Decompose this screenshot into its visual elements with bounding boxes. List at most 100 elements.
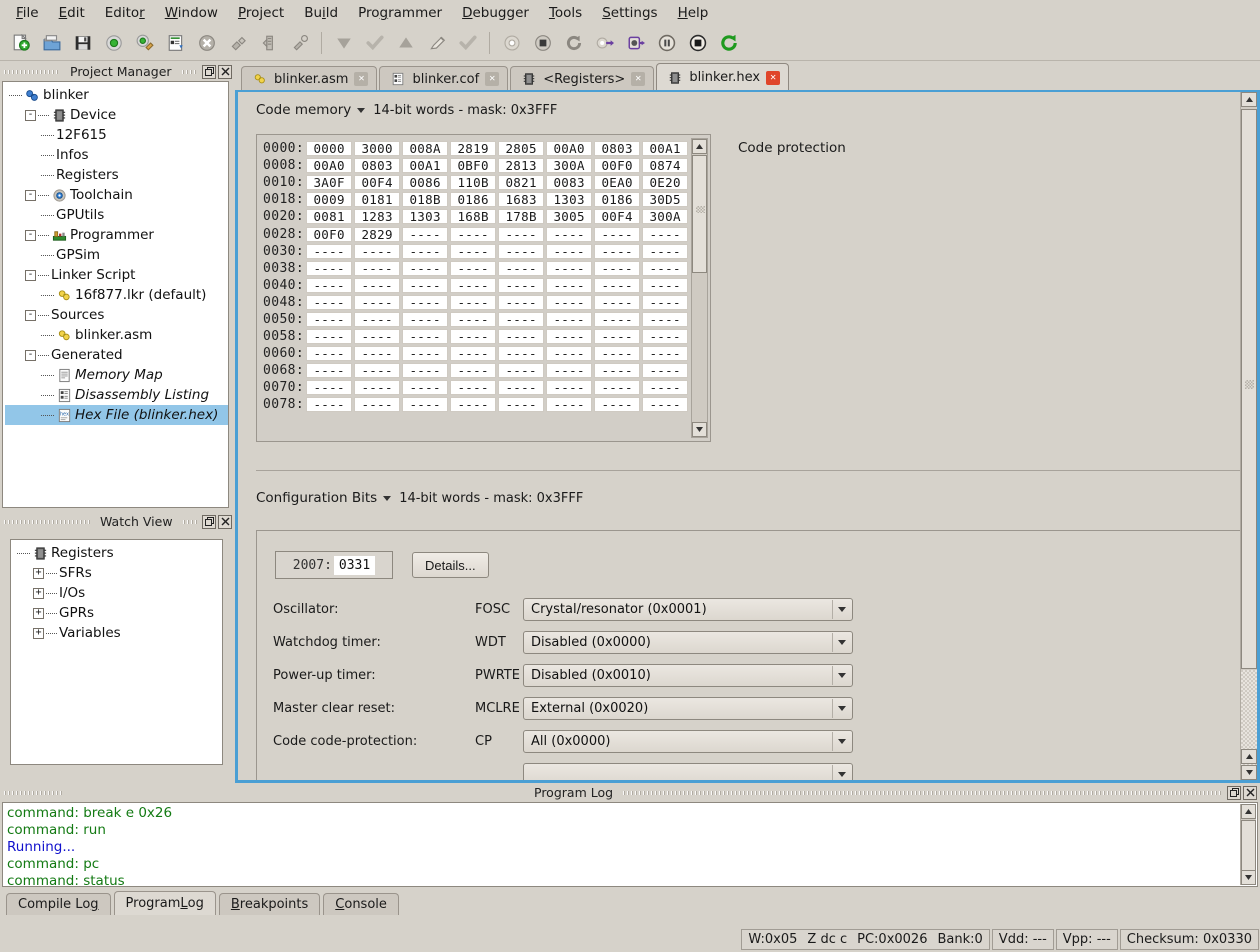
toolbar-open-file-icon[interactable] (37, 29, 66, 58)
hex-cell[interactable]: ---- (402, 278, 448, 293)
hex-cell[interactable]: 3000 (354, 141, 400, 156)
hex-cell[interactable]: ---- (354, 244, 400, 259)
hex-cell[interactable]: ---- (594, 261, 640, 276)
hex-cell[interactable]: ---- (306, 312, 352, 327)
hex-cell[interactable]: ---- (450, 397, 496, 412)
hex-cell[interactable]: 00F0 (594, 158, 640, 173)
toolbar-stop-build-icon[interactable] (192, 29, 221, 58)
scroll-up-icon[interactable] (692, 139, 707, 154)
dock-grip-icon[interactable] (183, 518, 198, 525)
chevron-down-icon[interactable] (832, 732, 850, 751)
hex-cell[interactable]: ---- (306, 278, 352, 293)
hex-cell[interactable]: ---- (642, 380, 688, 395)
hex-cell[interactable]: ---- (306, 295, 352, 310)
hex-cell[interactable]: 00A1 (642, 141, 688, 156)
code-memory-grid-frame[interactable]: 0000:00003000008A2819280500A0080300A1000… (256, 134, 711, 442)
toolbar-step-into-icon[interactable] (621, 29, 650, 58)
hex-cell[interactable]: ---- (642, 397, 688, 412)
config-word-value[interactable]: 0331 (334, 556, 375, 575)
close-icon[interactable]: ✕ (766, 71, 780, 85)
chevron-down-icon[interactable] (832, 600, 850, 619)
toolbar-program-icon[interactable] (223, 29, 252, 58)
toolbar-halt-icon[interactable] (528, 29, 557, 58)
hex-cell[interactable]: ---- (498, 244, 544, 259)
config-select-pwrte[interactable]: Disabled (0x0010) (523, 664, 853, 687)
toolbar-stop-icon[interactable] (683, 29, 712, 58)
hex-cell[interactable]: ---- (498, 261, 544, 276)
hex-cell[interactable]: ---- (402, 329, 448, 344)
hex-cell[interactable]: 00F0 (306, 227, 352, 242)
menu-editor[interactable]: Editor (95, 2, 155, 24)
float-icon[interactable] (202, 65, 216, 79)
details-button[interactable]: Details... (412, 552, 489, 578)
hex-cell[interactable]: ---- (498, 363, 544, 378)
hex-cell[interactable]: ---- (402, 261, 448, 276)
hex-cell[interactable]: ---- (546, 380, 592, 395)
hex-cell[interactable]: 0E20 (642, 175, 688, 190)
hex-cell[interactable]: 00F4 (594, 209, 640, 224)
hex-cell[interactable]: ---- (354, 312, 400, 327)
hex-cell[interactable]: 168B (450, 209, 496, 224)
hex-cell[interactable]: ---- (594, 312, 640, 327)
tree-item-linker-script[interactable]: -Linker Script (5, 265, 228, 285)
menu-debugger[interactable]: Debugger (452, 2, 539, 24)
hex-cell[interactable]: 0186 (450, 192, 496, 207)
hex-cell[interactable]: 00A0 (306, 158, 352, 173)
float-icon[interactable] (1227, 786, 1241, 800)
chevron-down-icon[interactable] (832, 765, 850, 780)
tree-item-infos[interactable]: Infos (5, 145, 228, 165)
tree-expander-icon[interactable]: - (25, 110, 36, 121)
hex-cell[interactable]: ---- (402, 312, 448, 327)
toolbar-erase-icon[interactable] (422, 29, 451, 58)
log-tab-breakpoints[interactable]: Breakpoints (219, 893, 320, 915)
hex-cell[interactable]: 00F4 (354, 175, 400, 190)
hex-cell[interactable]: ---- (594, 329, 640, 344)
hex-cell[interactable]: 0803 (594, 141, 640, 156)
hex-cell[interactable]: 300A (546, 158, 592, 173)
close-icon[interactable]: ✕ (354, 72, 368, 86)
hex-cell[interactable]: ---- (402, 397, 448, 412)
hex-cell[interactable]: ---- (642, 295, 688, 310)
toolbar-run-icon[interactable] (714, 29, 743, 58)
tree-expander-icon[interactable]: + (33, 628, 44, 639)
hex-cell[interactable]: ---- (450, 278, 496, 293)
toolbar-compile-file-icon[interactable] (161, 29, 190, 58)
hex-cell[interactable]: ---- (546, 244, 592, 259)
hex-cell[interactable]: ---- (642, 329, 688, 344)
config-word-field[interactable]: 2007: 0331 (275, 551, 393, 579)
menu-help[interactable]: Help (668, 2, 719, 24)
hex-cell[interactable]: ---- (450, 295, 496, 310)
tree-item-registers[interactable]: Registers (13, 543, 222, 563)
toolbar-build-icon[interactable] (99, 29, 128, 58)
close-icon[interactable]: ✕ (631, 72, 645, 86)
toolbar-save-file-icon[interactable] (68, 29, 97, 58)
menu-file[interactable]: File (6, 2, 49, 24)
close-icon[interactable] (1243, 786, 1257, 800)
hex-cell[interactable]: ---- (594, 244, 640, 259)
hex-cell[interactable]: ---- (546, 227, 592, 242)
watch-tree-body[interactable]: Registers+SFRs+I/Os+GPRs+Variables (10, 539, 223, 765)
code-memory-dropdown[interactable]: Code memory (256, 102, 365, 118)
hex-cell[interactable]: 0186 (594, 192, 640, 207)
hex-cell[interactable]: ---- (642, 227, 688, 242)
code-memory-scrollbar[interactable] (691, 138, 708, 438)
tree-item-generated[interactable]: -Generated (5, 345, 228, 365)
hex-cell[interactable]: ---- (498, 329, 544, 344)
hex-cell[interactable]: ---- (546, 363, 592, 378)
hex-cell[interactable]: 2819 (450, 141, 496, 156)
config-select-partial[interactable] (523, 763, 853, 780)
scroll-down-icon[interactable] (692, 422, 707, 437)
program-log-scrollbar[interactable] (1240, 804, 1256, 885)
scroll-down-icon[interactable] (1241, 870, 1256, 885)
hex-cell[interactable]: ---- (642, 312, 688, 327)
tree-item-gprs[interactable]: +GPRs (13, 603, 222, 623)
close-icon[interactable]: ✕ (485, 72, 499, 86)
hex-cell[interactable]: 0081 (306, 209, 352, 224)
hex-cell[interactable]: ---- (546, 261, 592, 276)
chevron-down-icon[interactable] (383, 496, 391, 501)
hex-cell[interactable]: ---- (306, 261, 352, 276)
hex-cell[interactable]: ---- (354, 278, 400, 293)
config-bits-dropdown[interactable]: Configuration Bits (256, 490, 391, 506)
hex-cell[interactable]: 3005 (546, 209, 592, 224)
hex-cell[interactable]: ---- (450, 363, 496, 378)
